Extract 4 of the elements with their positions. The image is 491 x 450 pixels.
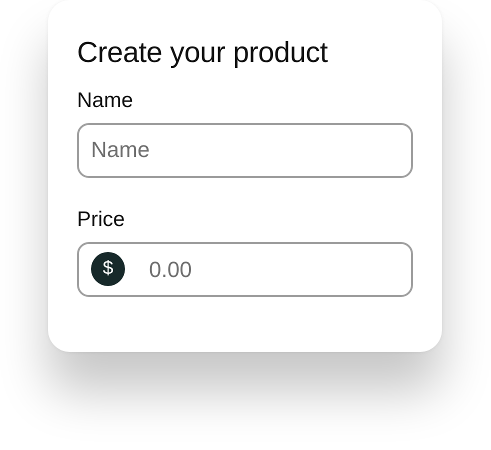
field-label: Price [77, 206, 126, 232]
field-label: Name [77, 88, 134, 113]
form-title: Create your product [77, 36, 329, 71]
input-field[interactable]: Name [77, 122, 413, 178]
